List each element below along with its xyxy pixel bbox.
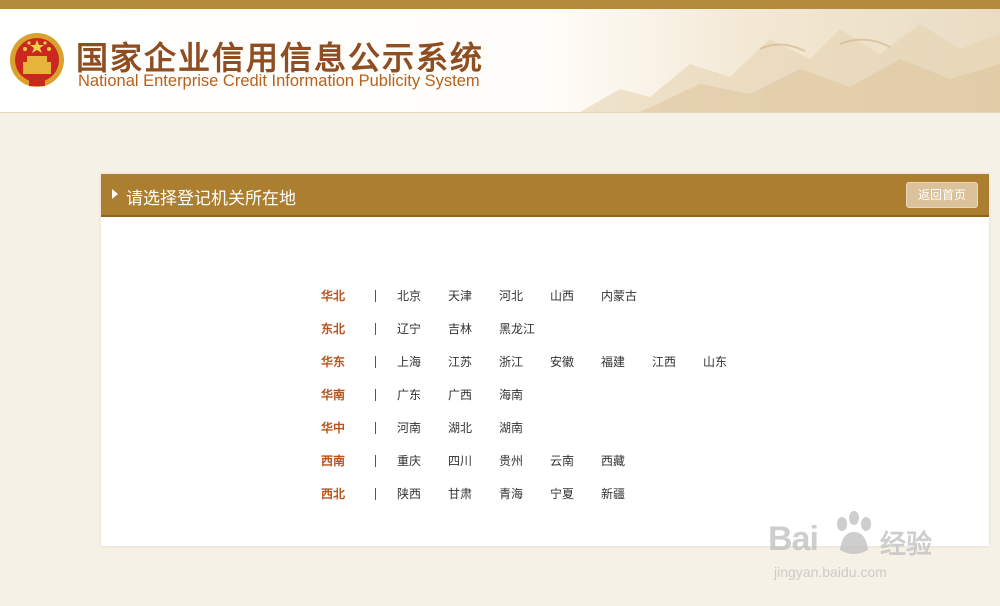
mountain-decoration: [580, 24, 1000, 112]
province-link[interactable]: 江苏: [448, 353, 499, 370]
region-name: 西北: [321, 487, 346, 501]
region-name: 华北: [321, 289, 346, 303]
region-name: 华东: [321, 355, 346, 369]
province-link[interactable]: 湖北: [448, 419, 499, 436]
province-link[interactable]: 吉林: [448, 320, 499, 337]
province-link[interactable]: 宁夏: [550, 485, 601, 502]
province-link[interactable]: 内蒙古: [601, 287, 652, 304]
province-link[interactable]: 新疆: [601, 485, 652, 502]
region-divider: [375, 487, 376, 500]
province-link[interactable]: 云南: [550, 452, 601, 469]
region-divider: [375, 454, 376, 467]
region-divider: [375, 421, 376, 434]
region-row: 华北 北京 天津 河北 山西 内蒙古: [321, 279, 754, 312]
panel-title: 请选择登记机关所在地: [126, 189, 296, 209]
triangle-right-icon: [112, 189, 118, 199]
region-divider: [375, 289, 376, 302]
region-row: 西北 陕西 甘肃 青海 宁夏 新疆: [321, 477, 754, 510]
province-link[interactable]: 山东: [703, 353, 754, 370]
watermark-url: jingyan.baidu.com: [774, 564, 887, 580]
province-link[interactable]: 辽宁: [397, 320, 448, 337]
province-link[interactable]: 甘肃: [448, 485, 499, 502]
watermark-logo: Bai: [768, 520, 819, 558]
region-name: 西南: [321, 454, 346, 468]
province-link[interactable]: 海南: [499, 386, 550, 403]
province-link[interactable]: 西藏: [601, 452, 652, 469]
site-title-en: National Enterprise Credit Information P…: [78, 72, 480, 90]
province-link[interactable]: 浙江: [499, 353, 550, 370]
province-link[interactable]: 广东: [397, 386, 448, 403]
panel-header: 请选择登记机关所在地 返回首页: [101, 174, 989, 217]
region-divider: [375, 355, 376, 368]
region-divider: [375, 388, 376, 401]
province-link[interactable]: 山西: [550, 287, 601, 304]
province-link[interactable]: 贵州: [499, 452, 550, 469]
province-link[interactable]: 四川: [448, 452, 499, 469]
province-link[interactable]: 江西: [652, 353, 703, 370]
paw-icon: [837, 511, 871, 554]
top-accent-bar: [0, 0, 1000, 9]
region-row: 华东 上海 江苏 浙江 安徽 福建 江西 山东: [321, 345, 754, 378]
site-header: 国家企业信用信息公示系统 National Enterprise Credit …: [0, 9, 1000, 113]
region-name: 华南: [321, 388, 346, 402]
province-link[interactable]: 黑龙江: [499, 320, 550, 337]
region-row: 东北 辽宁 吉林 黑龙江: [321, 312, 754, 345]
province-link[interactable]: 天津: [448, 287, 499, 304]
baidu-watermark: Bai 经验 jingyan.baidu.com: [768, 502, 958, 592]
province-link[interactable]: 河南: [397, 419, 448, 436]
province-link[interactable]: 河北: [499, 287, 550, 304]
region-divider: [375, 322, 376, 335]
province-link[interactable]: 陕西: [397, 485, 448, 502]
region-name: 东北: [321, 322, 346, 336]
province-link[interactable]: 湖南: [499, 419, 550, 436]
province-link[interactable]: 福建: [601, 353, 652, 370]
province-link[interactable]: 上海: [397, 353, 448, 370]
region-selection-panel: 请选择登记机关所在地 返回首页 华北 北京 天津 河北 山西 内蒙古东北 辽宁 吉林 黑龙江华东…: [101, 174, 989, 546]
province-link[interactable]: 广西: [448, 386, 499, 403]
region-row: 西南 重庆 四川 贵州 云南 西藏: [321, 444, 754, 477]
region-name: 华中: [321, 421, 346, 435]
province-link[interactable]: 北京: [397, 287, 448, 304]
back-home-button[interactable]: 返回首页: [906, 182, 978, 208]
province-link[interactable]: 青海: [499, 485, 550, 502]
national-emblem-icon: [10, 33, 64, 87]
region-row: 华中 河南 湖北 湖南: [321, 411, 754, 444]
region-row: 华南 广东 广西 海南: [321, 378, 754, 411]
region-list: 华北 北京 天津 河北 山西 内蒙古东北 辽宁 吉林 黑龙江华东 上海 江苏 浙江 安徽 福建 江西 山东华南…: [321, 279, 754, 510]
province-link[interactable]: 安徽: [550, 353, 601, 370]
province-link[interactable]: 重庆: [397, 452, 448, 469]
watermark-text: 经验: [880, 530, 933, 560]
